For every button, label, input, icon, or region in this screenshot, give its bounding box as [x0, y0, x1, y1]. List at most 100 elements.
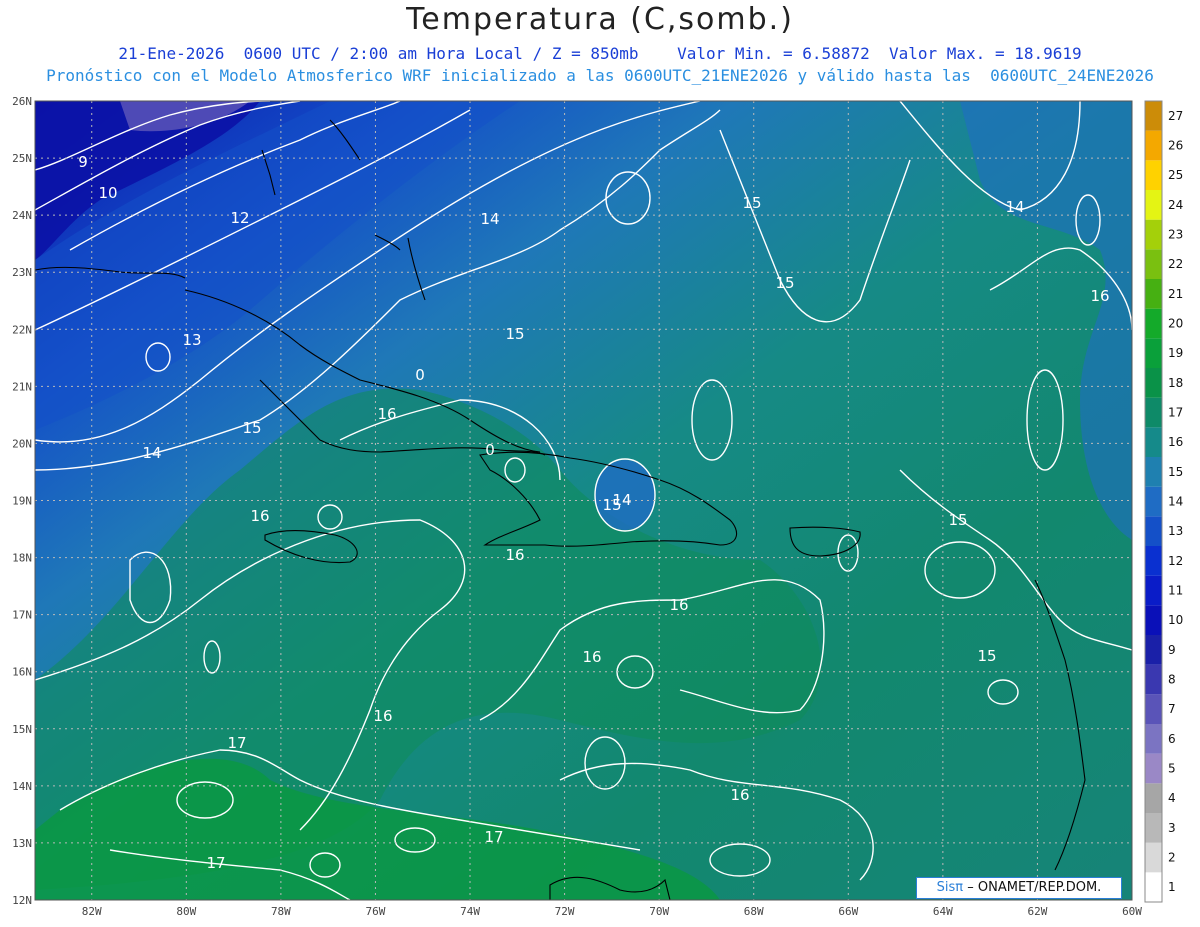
longitude-tick-label: 64W [933, 905, 953, 918]
colorbar-swatch [1145, 338, 1162, 368]
contour-label: 15 [948, 511, 967, 529]
latitude-tick-label: 22N [12, 323, 32, 336]
contour-label: 12 [230, 209, 249, 227]
colorbar-swatch [1145, 397, 1162, 428]
colorbar-label: 9 [1168, 643, 1176, 657]
latitude-tick-label: 25N [12, 152, 32, 165]
contour-label: 15 [242, 419, 261, 437]
latitude-tick-label: 15N [12, 723, 32, 736]
credit-box: Sisπ – ONAMET/REP.DOM. [916, 877, 1122, 899]
contour-label: 16 [250, 507, 269, 525]
colorbar-label: 10 [1168, 613, 1183, 627]
colorbar-label: 8 [1168, 673, 1176, 687]
latitude-tick-label: 14N [12, 780, 32, 793]
contour-label: 14 [1005, 198, 1024, 216]
colorbar-label: 1 [1168, 880, 1176, 894]
colorbar-swatch [1145, 279, 1162, 309]
colorbar-label: 11 [1168, 584, 1183, 598]
contour-label: 14 [480, 210, 499, 228]
colorbar-label: 15 [1168, 465, 1183, 479]
colorbar-swatch [1145, 249, 1162, 279]
contour-label: 17 [206, 854, 225, 872]
contour-label: 16 [505, 546, 524, 564]
latitude-tick-label: 26N [12, 95, 32, 108]
latitude-tick-label: 24N [12, 209, 32, 222]
longitude-tick-label: 82W [82, 905, 102, 918]
colorbar-label: 4 [1168, 791, 1176, 805]
contour-label: 13 [182, 331, 201, 349]
colorbar-swatch [1145, 190, 1162, 220]
colorbar-swatch [1145, 101, 1162, 131]
contour-label: 15 [977, 647, 996, 665]
colorbar-label: 12 [1168, 554, 1183, 568]
colorbar-label: 18 [1168, 376, 1183, 390]
latitude-tick-label: 13N [12, 837, 32, 850]
contour-label: 9 [78, 153, 88, 171]
colorbar-label: 22 [1168, 257, 1183, 271]
contour-label: 17 [227, 734, 246, 752]
colorbar-swatch [1145, 664, 1162, 695]
colorbar-swatch [1145, 813, 1162, 843]
colorbar-swatch [1145, 842, 1162, 873]
contour-label: 16 [1090, 287, 1109, 305]
temperature-map: 82W 80W 78W 76W 74W 72W 70W 68W 66W 64W 62W 60W 12N… [12, 95, 1183, 918]
colorbar-swatch [1145, 160, 1162, 190]
longitude-tick-label: 70W [649, 905, 669, 918]
contour-label: 15 [775, 274, 794, 292]
colorbar-label: 27 [1168, 109, 1183, 123]
colorbar-swatch [1145, 427, 1162, 457]
contour-label: 0 [485, 441, 495, 459]
colorbar-swatch [1145, 753, 1162, 784]
colorbar-swatch [1145, 368, 1162, 398]
colorbar-label: 24 [1168, 198, 1183, 212]
latitude-tick-label: 19N [12, 495, 32, 508]
colorbar-label: 25 [1168, 168, 1183, 182]
colorbar-swatch [1145, 783, 1162, 813]
colorbar-swatch [1145, 486, 1162, 517]
colorbar-swatch [1145, 872, 1162, 902]
colorbar-label: 14 [1168, 495, 1183, 509]
contour-label: 16 [377, 405, 396, 423]
longitude-tick-label: 76W [366, 905, 386, 918]
colorbar-label: 13 [1168, 524, 1183, 538]
colorbar-label: 2 [1168, 851, 1176, 865]
latitude-tick-label: 18N [12, 552, 32, 565]
colorbar-swatch [1145, 457, 1162, 487]
contour-label: 15 [602, 496, 621, 514]
longitude-tick-label: 68W [744, 905, 764, 918]
colorbar-swatch [1145, 605, 1162, 635]
contour-label: 14 [142, 444, 161, 462]
latitude-tick-label: 20N [12, 437, 32, 450]
latitude-tick-label: 23N [12, 266, 32, 279]
colorbar-swatch [1145, 575, 1162, 606]
contour-label: 10 [98, 184, 117, 202]
colorbar-label: 23 [1168, 228, 1183, 242]
latitude-tick-label: 21N [12, 380, 32, 393]
colorbar-label: 20 [1168, 317, 1183, 331]
colorbar-label: 7 [1168, 702, 1176, 716]
colorbar-label: 26 [1168, 139, 1183, 153]
longitude-tick-label: 80W [176, 905, 196, 918]
contour-label: 17 [484, 828, 503, 846]
contour-label: 15 [742, 194, 761, 212]
longitude-tick-label: 66W [838, 905, 858, 918]
longitude-tick-label: 78W [271, 905, 291, 918]
contour-label: 0 [415, 366, 425, 384]
contour-label: 16 [669, 596, 688, 614]
colorbar-swatch [1145, 516, 1162, 546]
colorbar-label: 19 [1168, 346, 1183, 360]
colorbar-label: 5 [1168, 762, 1176, 776]
latitude-tick-label: 17N [12, 609, 32, 622]
latitude-tick-label: 16N [12, 666, 32, 679]
longitude-tick-label: 74W [460, 905, 480, 918]
latitude-ticks: 12N 13N 14N 15N 16N 17N 18N 19N 20N 21N 22N 23N 24N 2… [12, 95, 32, 907]
longitude-tick-label: 60W [1122, 905, 1142, 918]
colorbar-swatch [1145, 635, 1162, 665]
longitude-tick-label: 62W [1027, 905, 1047, 918]
colorbar-swatch [1145, 546, 1162, 576]
colorbar-swatch [1145, 219, 1162, 250]
colorbar: 1234567891011121314151617181920212223242… [1144, 100, 1183, 903]
contour-label: 16 [582, 648, 601, 666]
credit-text: – ONAMET/REP.DOM. [967, 880, 1102, 895]
contour-label: 15 [505, 325, 524, 343]
